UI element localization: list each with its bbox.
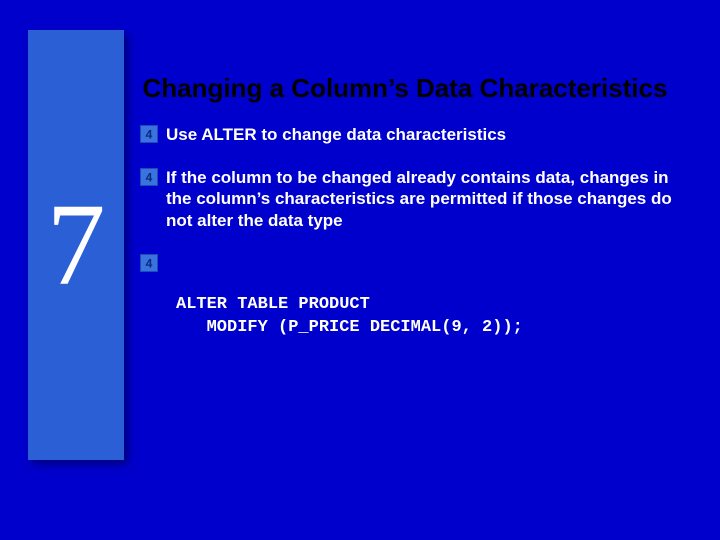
- slide-content: Changing a Column’s Data Characteristics…: [140, 74, 700, 340]
- code-sample: ALTER TABLE PRODUCT MODIFY (P_PRICE DECI…: [176, 294, 700, 340]
- svg-text:4: 4: [146, 256, 153, 270]
- square-number-4-icon: 4: [140, 168, 158, 186]
- slide-title: Changing a Column’s Data Characteristics: [140, 74, 700, 104]
- list-item: 4: [140, 253, 700, 272]
- bullet-text: If the column to be changed already cont…: [166, 167, 680, 231]
- square-number-4-icon: 4: [140, 254, 158, 272]
- chapter-sidebar: 7: [28, 30, 124, 460]
- bullet-text: Use ALTER to change data characteristics: [166, 124, 506, 145]
- svg-text:4: 4: [146, 171, 153, 185]
- bullet-list: 4 Use ALTER to change data characteristi…: [140, 124, 700, 272]
- svg-text:4: 4: [146, 127, 153, 141]
- list-item: 4 Use ALTER to change data characteristi…: [140, 124, 700, 145]
- list-item: 4 If the column to be changed already co…: [140, 167, 700, 231]
- chapter-number: 7: [47, 186, 106, 304]
- square-number-4-icon: 4: [140, 125, 158, 143]
